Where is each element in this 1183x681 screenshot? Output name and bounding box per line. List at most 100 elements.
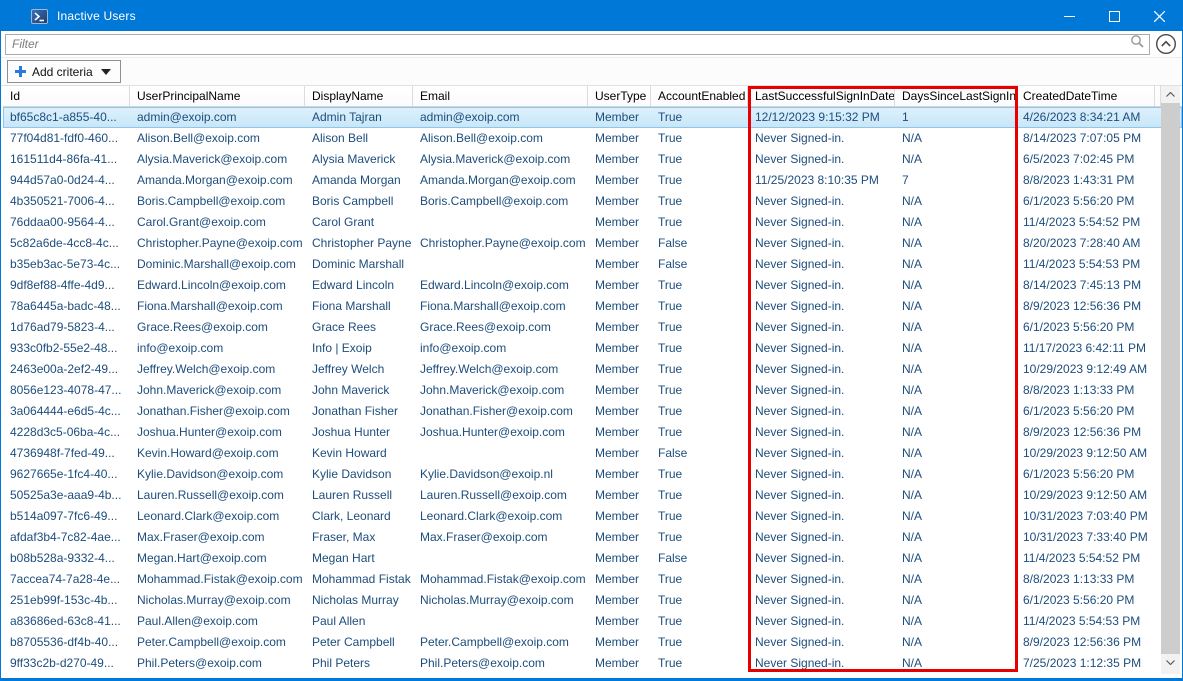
cell-CreatedDateTime: 11/4/2023 5:54:52 PM [1016, 212, 1155, 233]
cell-CreatedDateTime: 6/1/2023 5:56:20 PM [1016, 317, 1155, 338]
cell-UserPrincipalName: Alison.Bell@exoip.com [130, 128, 305, 149]
cell-DaysSinceLastSignIn: N/A [895, 191, 1016, 212]
filter-input[interactable] [6, 35, 1130, 54]
scroll-up-icon[interactable] [1161, 86, 1180, 103]
cell-DaysSinceLastSignIn: N/A [895, 443, 1016, 464]
table-row[interactable]: 4736948f-7fed-49...Kevin.Howard@exoip.co… [3, 443, 1182, 464]
column-header-CreatedDateTime[interactable]: CreatedDateTime [1016, 86, 1155, 106]
plus-icon [15, 66, 26, 77]
table-row[interactable]: 3a064444-e6d5-4c...Jonathan.Fisher@exoip… [3, 401, 1182, 422]
table-row[interactable]: 161511d4-86fa-41...Alysia.Maverick@exoip… [3, 149, 1182, 170]
cell-UserPrincipalName: Jonathan.Fisher@exoip.com [130, 401, 305, 422]
scrollbar-thumb[interactable] [1161, 103, 1180, 654]
cell-LastSuccessfulSignInDate: Never Signed-in. [748, 212, 895, 233]
column-header-UserPrincipalName[interactable]: UserPrincipalName [130, 86, 305, 106]
table-row[interactable]: b35eb3ac-5e73-4c...Dominic.Marshall@exoi… [3, 254, 1182, 275]
grid-header: IdUserPrincipalNameDisplayNameEmailUserT… [3, 86, 1182, 107]
cell-UserType: Member [588, 170, 651, 191]
table-row[interactable]: 4b350521-7006-4...Boris.Campbell@exoip.c… [3, 191, 1182, 212]
vertical-scrollbar[interactable] [1161, 86, 1180, 674]
collapse-criteria-button[interactable] [1154, 32, 1178, 56]
table-row[interactable]: 1d76ad79-5823-4...Grace.Rees@exoip.comGr… [3, 317, 1182, 338]
table-row[interactable]: 9ff33c2b-d270-49...Phil.Peters@exoip.com… [3, 653, 1182, 674]
table-row[interactable]: 5c82a6de-4cc8-4c...Christopher.Payne@exo… [3, 233, 1182, 254]
cell-UserPrincipalName: Amanda.Morgan@exoip.com [130, 170, 305, 191]
table-row[interactable]: 50525a3e-aaa9-4b...Lauren.Russell@exoip.… [3, 485, 1182, 506]
minimize-button[interactable] [1047, 1, 1092, 31]
cell-AccountEnabled: True [651, 317, 748, 338]
table-row[interactable]: 76ddaa00-9564-4...Carol.Grant@exoip.comC… [3, 212, 1182, 233]
cell-CreatedDateTime: 8/14/2023 7:07:05 PM [1016, 128, 1155, 149]
table-row[interactable]: 9df8ef88-4ffe-4d9...Edward.Lincoln@exoip… [3, 275, 1182, 296]
table-row[interactable]: 7accea74-7a28-4e...Mohammad.Fistak@exoip… [3, 569, 1182, 590]
table-row[interactable]: 2463e00a-2ef2-49...Jeffrey.Welch@exoip.c… [3, 359, 1182, 380]
table-row[interactable]: 4228d3c5-06ba-4c...Joshua.Hunter@exoip.c… [3, 422, 1182, 443]
cell-Email: Fiona.Marshall@exoip.com [413, 296, 588, 317]
cell-Email [413, 254, 588, 275]
filter-bar [1, 31, 1182, 58]
table-row[interactable]: 251eb99f-153c-4b...Nicholas.Murray@exoip… [3, 590, 1182, 611]
cell-UserType: Member [588, 212, 651, 233]
table-row[interactable]: a83686ed-63c8-41...Paul.Allen@exoip.comP… [3, 611, 1182, 632]
filter-field-container [5, 34, 1150, 55]
cell-AccountEnabled: True [651, 464, 748, 485]
cell-Id: 3a064444-e6d5-4c... [3, 401, 130, 422]
cell-DaysSinceLastSignIn: N/A [895, 464, 1016, 485]
cell-UserType: Member [588, 317, 651, 338]
table-row[interactable]: 78a6445a-badc-48...Fiona.Marshall@exoip.… [3, 296, 1182, 317]
cell-DisplayName: Phil Peters [305, 653, 413, 674]
cell-Email: Peter.Campbell@exoip.com [413, 632, 588, 653]
cell-Id: b8705536-df4b-40... [3, 632, 130, 653]
cell-CreatedDateTime: 10/29/2023 9:12:50 AM [1016, 485, 1155, 506]
cell-UserPrincipalName: John.Maverick@exoip.com [130, 380, 305, 401]
cell-DisplayName: Lauren Russell [305, 485, 413, 506]
close-button[interactable] [1137, 1, 1182, 31]
table-row[interactable]: 933c0fb2-55e2-48...info@exoip.comInfo | … [3, 338, 1182, 359]
cell-Email: Alison.Bell@exoip.com [413, 128, 588, 149]
cell-DaysSinceLastSignIn: N/A [895, 233, 1016, 254]
column-header-DisplayName[interactable]: DisplayName [305, 86, 413, 106]
column-header-UserType[interactable]: UserType [588, 86, 651, 106]
cell-CreatedDateTime: 8/9/2023 12:56:36 PM [1016, 296, 1155, 317]
cell-UserPrincipalName: Fiona.Marshall@exoip.com [130, 296, 305, 317]
cell-UserPrincipalName: Phil.Peters@exoip.com [130, 653, 305, 674]
cell-LastSuccessfulSignInDate: Never Signed-in. [748, 128, 895, 149]
table-row[interactable]: 9627665e-1fc4-40...Kylie.Davidson@exoip.… [3, 464, 1182, 485]
cell-DaysSinceLastSignIn: N/A [895, 653, 1016, 674]
scroll-down-icon[interactable] [1161, 654, 1180, 671]
column-header-DaysSinceLastSignIn[interactable]: DaysSinceLastSignIn [895, 86, 1016, 106]
table-row[interactable]: afdaf3b4-7c82-4ae...Max.Fraser@exoip.com… [3, 527, 1182, 548]
table-row[interactable]: b8705536-df4b-40... Peter.Campbell@exoip.… [3, 632, 1182, 653]
cell-DaysSinceLastSignIn: N/A [895, 149, 1016, 170]
cell-DisplayName: Amanda Morgan [305, 170, 413, 191]
column-header-AccountEnabled[interactable]: AccountEnabled [651, 86, 748, 106]
table-row[interactable]: b514a097-7fc6-49...Leonard.Clark@exoip.c… [3, 506, 1182, 527]
cell-Email: John.Maverick@exoip.com [413, 380, 588, 401]
cell-LastSuccessfulSignInDate: Never Signed-in. [748, 632, 895, 653]
cell-LastSuccessfulSignInDate: 11/25/2023 8:10:35 PM [748, 170, 895, 191]
table-row[interactable]: 77f04d81-fdf0-460...Alison.Bell@exoip.co… [3, 128, 1182, 149]
add-criteria-button[interactable]: Add criteria [7, 60, 121, 83]
cell-CreatedDateTime: 6/1/2023 5:56:20 PM [1016, 401, 1155, 422]
table-row[interactable]: 944d57a0-0d24-4...Amanda.Morgan@exoip.co… [3, 170, 1182, 191]
window-title: Inactive Users [57, 9, 136, 23]
table-row[interactable]: 8056e123-4078-47...John.Maverick@exoip.c… [3, 380, 1182, 401]
cell-CreatedDateTime: 11/17/2023 6:42:11 PM [1016, 338, 1155, 359]
column-header-Id[interactable]: Id [3, 86, 130, 106]
cell-DaysSinceLastSignIn: N/A [895, 380, 1016, 401]
cell-AccountEnabled: True [651, 296, 748, 317]
cell-UserType: Member [588, 233, 651, 254]
table-row[interactable]: bf65c8c1-a855-40...admin@exoip.comAdmin … [3, 107, 1182, 128]
cell-LastSuccessfulSignInDate: Never Signed-in. [748, 191, 895, 212]
cell-UserType: Member [588, 443, 651, 464]
column-header-Email[interactable]: Email [413, 86, 588, 106]
maximize-button[interactable] [1092, 1, 1137, 31]
cell-DaysSinceLastSignIn: N/A [895, 359, 1016, 380]
cell-AccountEnabled: True [651, 401, 748, 422]
cell-Email: Jonathan.Fisher@exoip.com [413, 401, 588, 422]
cell-AccountEnabled: True [651, 569, 748, 590]
cell-DisplayName: Boris Campbell [305, 191, 413, 212]
cell-Id: b514a097-7fc6-49... [3, 506, 130, 527]
table-row[interactable]: b08b528a-9332-4...Megan.Hart@exoip.comMe… [3, 548, 1182, 569]
column-header-LastSuccessfulSignInDate[interactable]: LastSuccessfulSignInDate [748, 86, 895, 106]
